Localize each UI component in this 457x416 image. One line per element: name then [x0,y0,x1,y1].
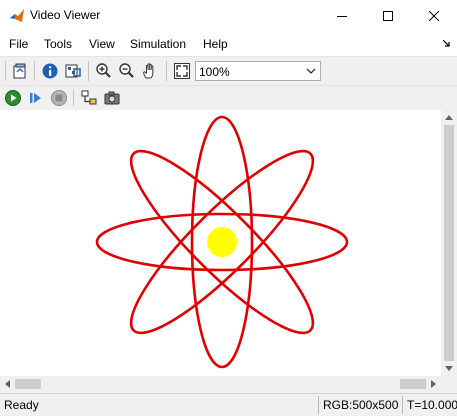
video-display[interactable] [0,110,441,376]
pixel-region-icon [65,64,81,78]
dock-arrow-icon[interactable] [443,40,451,48]
snapshot-button[interactable] [101,87,123,109]
menu-simulation[interactable]: Simulation [130,37,186,51]
atom-graphic [95,115,349,369]
zoom-level-dropdown[interactable]: 100% [195,61,321,81]
zoom-in-icon [96,63,111,78]
zoom-out-icon [119,63,134,78]
fit-to-window-icon [174,63,190,79]
toolbar-separator [88,61,89,81]
simulation-toolbar [0,85,457,111]
vertical-scrollbar[interactable] [441,110,457,376]
menu-help[interactable]: Help [203,37,228,51]
pixel-region-button[interactable] [62,60,84,82]
status-sim-time: T=10.000 [402,396,457,414]
scroll-corner [441,376,457,392]
info-icon [42,63,58,79]
title-bar: Video Viewer [0,0,457,31]
highlight-block-button[interactable] [78,87,100,109]
highlight-block-icon [81,90,97,105]
menu-bar: File Tools View Simulation Help [0,31,457,56]
toolbar-separator [166,61,167,81]
toolbar-separator [73,89,74,106]
horizontal-scroll-thumb[interactable] [15,379,41,389]
menu-file[interactable]: File [9,37,28,51]
open-icon [13,63,26,79]
zoom-out-button[interactable] [116,60,138,82]
maximize-button[interactable] [365,0,411,31]
horizontal-scrollbar[interactable] [0,376,441,392]
menu-view[interactable]: View [89,37,115,51]
minimize-icon [337,15,347,17]
scroll-left-arrow-icon[interactable] [4,380,10,388]
step-forward-button[interactable] [25,87,47,109]
menu-tools[interactable]: Tools [44,37,72,51]
vertical-scroll-thumb[interactable] [444,125,454,361]
snapshot-camera-icon [104,91,120,105]
run-icon [5,90,21,106]
pan-button[interactable] [139,60,161,82]
window-title: Video Viewer [30,8,101,22]
matlab-icon [10,9,24,22]
stop-button[interactable] [48,87,70,109]
close-icon [429,10,439,21]
scroll-down-arrow-icon[interactable] [445,366,453,372]
open-button[interactable] [9,60,31,82]
info-button[interactable] [39,60,61,82]
horizontal-scroll-thumb[interactable] [400,379,426,389]
main-toolbar: 100% [0,56,457,86]
minimize-button[interactable] [319,0,365,31]
toolbar-grip [5,61,6,81]
close-button[interactable] [411,0,457,31]
run-button[interactable] [2,87,24,109]
status-bar: Ready RGB:500x500 T=10.000 [0,393,457,416]
stop-icon [51,90,67,106]
nucleus [207,227,237,257]
zoom-level-value: 100% [199,65,230,79]
maximize-icon [383,10,393,21]
status-ready: Ready [4,398,39,412]
zoom-in-button[interactable] [93,60,115,82]
status-image-size: RGB:500x500 [318,396,402,414]
chevron-down-icon [306,68,316,74]
step-forward-icon [30,93,41,103]
pan-hand-icon [143,63,154,79]
fit-to-window-button[interactable] [171,60,193,82]
scroll-up-arrow-icon[interactable] [445,114,453,120]
toolbar-separator [34,61,35,81]
scroll-right-arrow-icon[interactable] [431,380,437,388]
